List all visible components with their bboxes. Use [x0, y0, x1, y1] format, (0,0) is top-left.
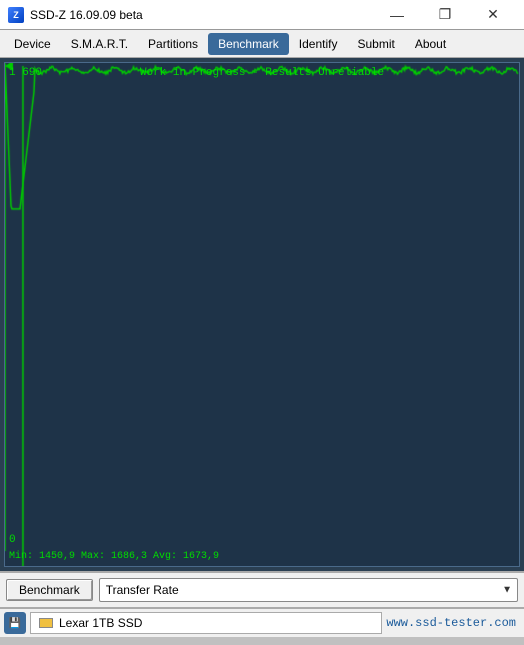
dropdown-container: Transfer Rate Access Time IOPS ▼ [99, 578, 518, 602]
maximize-button[interactable]: ❐ [422, 1, 468, 29]
chart-container: 1 690 Work in Progress - Results Unrelia… [4, 62, 520, 567]
chart-area: 1 690 Work in Progress - Results Unrelia… [0, 58, 524, 571]
title-bar: Z SSD-Z 16.09.09 beta — ❐ ✕ [0, 0, 524, 30]
chart-y-max-label: 1 690 [9, 67, 42, 79]
transfer-type-dropdown[interactable]: Transfer Rate Access Time IOPS [99, 578, 518, 602]
main-content: 1 690 Work in Progress - Results Unrelia… [0, 58, 524, 607]
chart-title: Work in Progress - Results Unreliable [140, 67, 384, 79]
status-icon: 💾 [4, 612, 26, 634]
chart-stats-label: Min: 1450,9 Max: 1686,3 Avg: 1673,9 [9, 551, 219, 562]
window-title: SSD-Z 16.09.09 beta [30, 8, 374, 22]
app-icon: Z [8, 7, 24, 23]
menu-benchmark[interactable]: Benchmark [208, 33, 289, 55]
menu-device[interactable]: Device [4, 33, 61, 55]
menu-smart[interactable]: S.M.A.R.T. [61, 33, 138, 55]
menu-bar: Device S.M.A.R.T. Partitions Benchmark I… [0, 30, 524, 58]
chart-y-min-label: 0 [9, 534, 16, 546]
menu-partitions[interactable]: Partitions [138, 33, 208, 55]
website-label: www.ssd-tester.com [386, 616, 520, 630]
status-device: Lexar 1TB SSD [30, 612, 382, 634]
device-name: Lexar 1TB SSD [59, 616, 142, 630]
benchmark-button[interactable]: Benchmark [6, 579, 93, 601]
status-bar: 💾 Lexar 1TB SSD www.ssd-tester.com [0, 607, 524, 637]
menu-about[interactable]: About [405, 33, 456, 55]
close-button[interactable]: ✕ [470, 1, 516, 29]
bottom-controls: Benchmark Transfer Rate Access Time IOPS… [0, 571, 524, 607]
menu-identify[interactable]: Identify [289, 33, 348, 55]
device-icon [39, 618, 53, 628]
minimize-button[interactable]: — [374, 1, 420, 29]
menu-submit[interactable]: Submit [347, 33, 404, 55]
benchmark-chart [5, 63, 519, 566]
window-controls: — ❐ ✕ [374, 1, 516, 29]
